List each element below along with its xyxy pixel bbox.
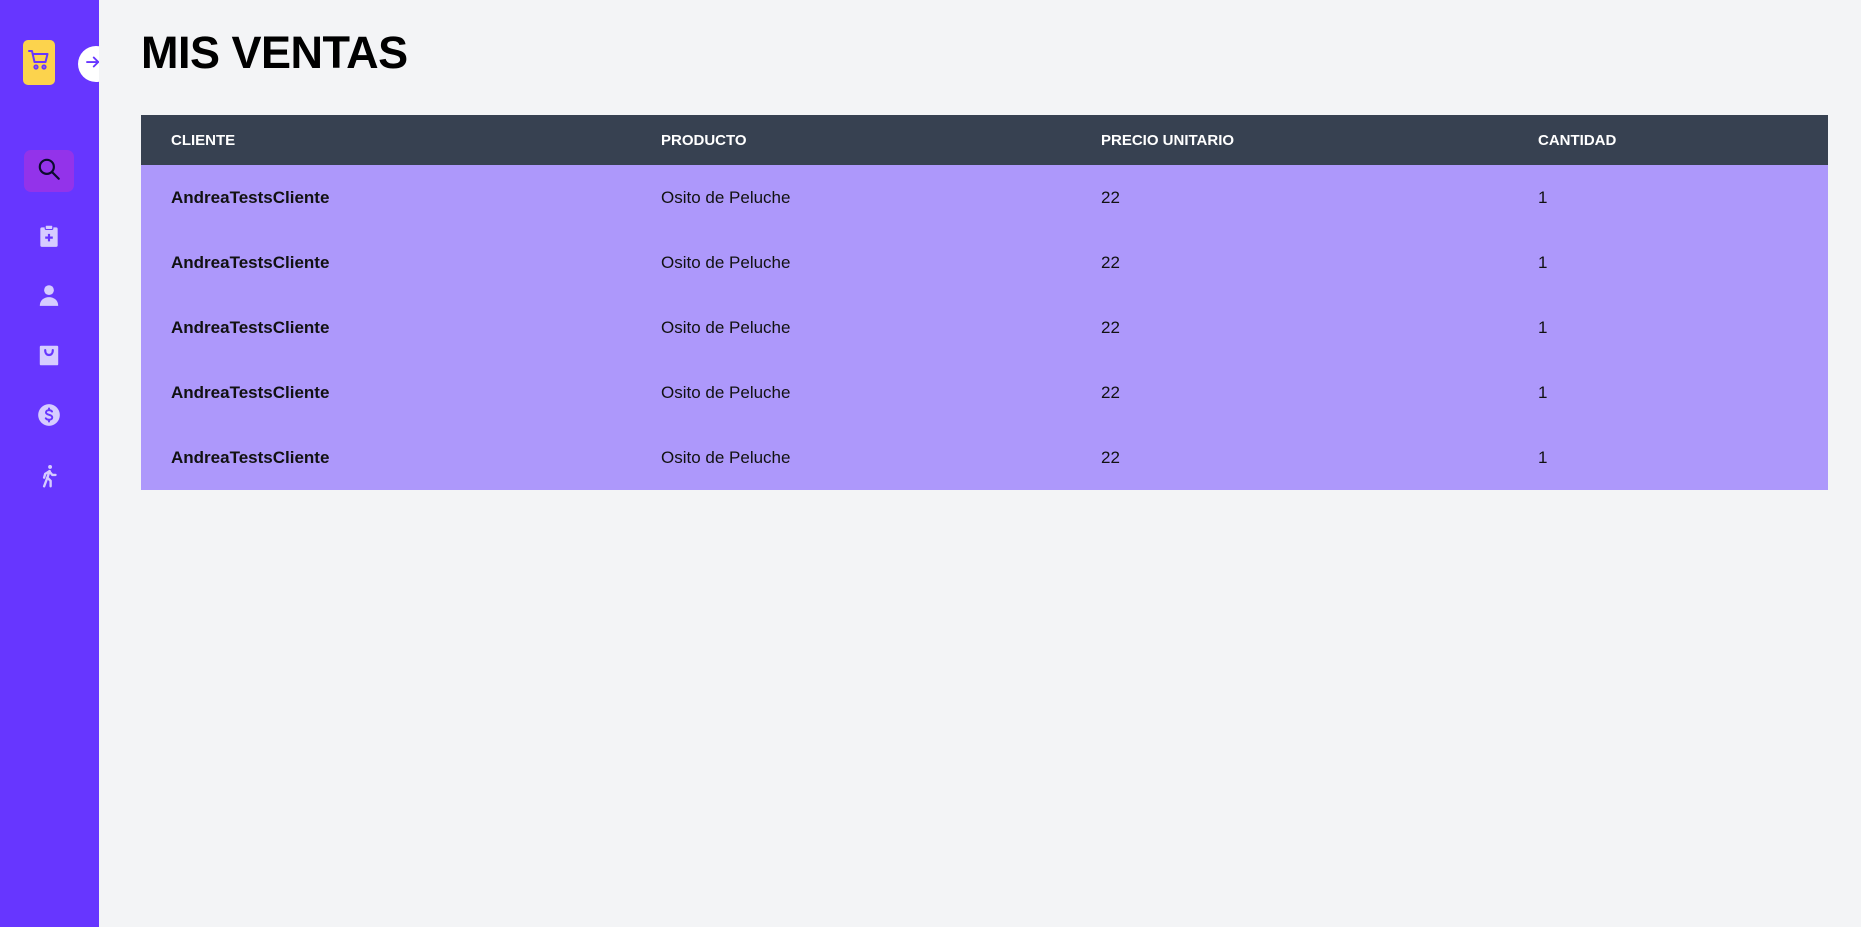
cell-producto: Osito de Peluche: [661, 252, 791, 272]
cell-precio-unitario: 22: [1101, 382, 1120, 402]
search-icon: [36, 156, 62, 187]
table-header-row: CLIENTE PRODUCTO PRECIO UNITARIO CANTIDA…: [141, 115, 1828, 165]
cell-cliente: AndreaTestsCliente: [171, 252, 330, 272]
sidebar: [0, 0, 99, 927]
cell-precio-unitario: 22: [1101, 187, 1120, 207]
cell-producto: Osito de Peluche: [661, 447, 791, 467]
cell-producto: Osito de Peluche: [661, 382, 791, 402]
sales-table: CLIENTE PRODUCTO PRECIO UNITARIO CANTIDA…: [141, 115, 1828, 490]
column-header-cliente: CLIENTE: [171, 131, 236, 149]
cell-cantidad: 1: [1538, 447, 1548, 467]
logo[interactable]: [23, 40, 55, 85]
sidebar-item-user[interactable]: [24, 276, 74, 318]
cell-precio-unitario: 22: [1101, 317, 1120, 337]
page-title: MIS VENTAS: [141, 27, 408, 78]
column-header-producto: PRODUCTO: [661, 131, 747, 149]
cell-cantidad: 1: [1538, 187, 1548, 207]
sidebar-item-add-sale[interactable]: [24, 217, 74, 259]
sidebar-item-products[interactable]: [24, 336, 74, 378]
table-row: AndreaTestsCliente Osito de Peluche 22 1: [141, 425, 1828, 490]
table-row: AndreaTestsCliente Osito de Peluche 22 1: [141, 360, 1828, 425]
cell-producto: Osito de Peluche: [661, 317, 791, 337]
dollar-circle-icon: [36, 402, 62, 433]
column-header-cantidad: CANTIDAD: [1538, 131, 1617, 149]
cell-cantidad: 1: [1538, 252, 1548, 272]
arrow-right-icon: [84, 53, 99, 76]
cell-producto: Osito de Peluche: [661, 187, 791, 207]
sidebar-item-exit[interactable]: [24, 457, 74, 499]
table-row: AndreaTestsCliente Osito de Peluche 22 1: [141, 295, 1828, 360]
cell-cliente: AndreaTestsCliente: [171, 382, 330, 402]
table-row: AndreaTestsCliente Osito de Peluche 22 1: [141, 165, 1828, 230]
cell-precio-unitario: 22: [1101, 447, 1120, 467]
table-row: AndreaTestsCliente Osito de Peluche 22 1: [141, 230, 1828, 295]
column-header-precio-unitario: PRECIO UNITARIO: [1101, 131, 1235, 149]
walking-person-icon: [36, 463, 62, 494]
cell-cliente: AndreaTestsCliente: [171, 447, 330, 467]
sidebar-toggle-button[interactable]: [78, 46, 99, 82]
clipboard-plus-icon: [36, 223, 62, 254]
sidebar-item-sales[interactable]: [24, 396, 74, 438]
cell-precio-unitario: 22: [1101, 252, 1120, 272]
shopping-cart-icon: [27, 48, 51, 77]
cell-cantidad: 1: [1538, 382, 1548, 402]
cell-cantidad: 1: [1538, 317, 1548, 337]
main-content: MIS VENTAS CLIENTE PRODUCTO PRECIO UNITA…: [99, 0, 1861, 927]
user-icon: [36, 282, 62, 313]
sidebar-item-search[interactable]: [24, 150, 74, 192]
shopping-bag-icon: [36, 342, 62, 373]
cell-cliente: AndreaTestsCliente: [171, 317, 330, 337]
cell-cliente: AndreaTestsCliente: [171, 187, 330, 207]
